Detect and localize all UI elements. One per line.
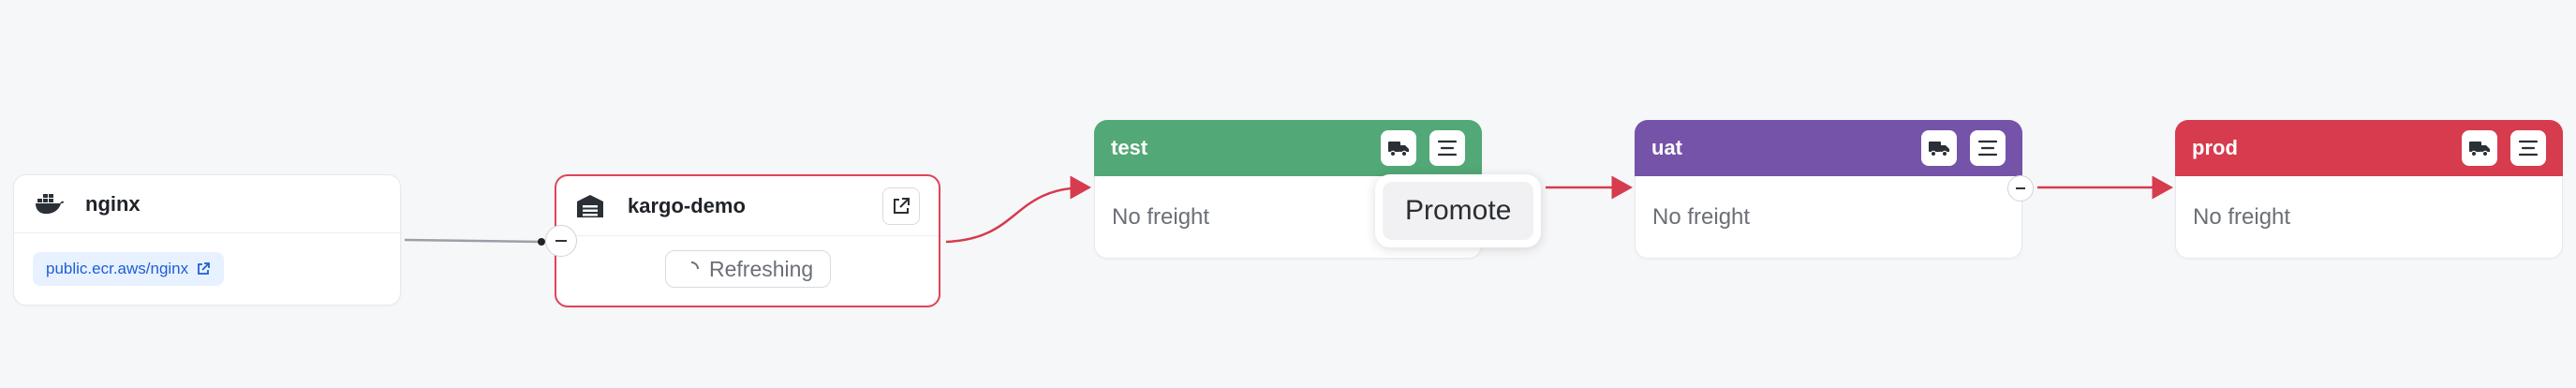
stage-menu-button[interactable] — [1970, 130, 2006, 166]
warehouse-node-header: kargo-demo — [556, 176, 939, 236]
edge-warehouse-to-test — [945, 175, 1091, 244]
stage-test-header: test — [1094, 120, 1482, 176]
refreshing-label: Refreshing — [709, 256, 814, 281]
edge-image-to-warehouse — [404, 238, 542, 244]
refreshing-status: Refreshing — [665, 250, 832, 288]
image-node-header: nginx — [14, 175, 400, 233]
promote-button[interactable] — [1381, 130, 1416, 166]
repo-link[interactable]: public.ecr.aws/nginx — [33, 252, 225, 286]
stage-prod-name: prod — [2192, 136, 2238, 159]
promote-button[interactable] — [1921, 130, 1957, 166]
collapse-uat-button[interactable] — [2007, 175, 2034, 201]
warehouse-node-title: kargo-demo — [628, 193, 746, 217]
stage-test-name: test — [1111, 136, 1148, 159]
promote-button[interactable] — [2462, 130, 2497, 166]
stage-uat: uat No freight — [1635, 120, 2022, 259]
image-node: nginx public.ecr.aws/nginx — [13, 174, 401, 306]
truck-icon — [1929, 142, 1949, 157]
truck-icon — [2469, 142, 2490, 157]
docker-icon — [35, 193, 65, 216]
stage-prod-body: No freight — [2175, 176, 2563, 259]
stage-uat-name: uat — [1651, 136, 1682, 159]
promote-tooltip: Promote — [1375, 174, 1542, 247]
menu-lines-icon — [2518, 140, 2539, 157]
stage-menu-button[interactable] — [1429, 130, 1465, 166]
stage-prod-header: prod — [2175, 120, 2563, 176]
stage-menu-button[interactable] — [2510, 130, 2546, 166]
stage-prod: prod No freight — [2175, 120, 2563, 259]
external-link-icon — [196, 261, 211, 276]
external-link-icon — [894, 197, 910, 214]
spinner-icon — [683, 261, 700, 277]
menu-lines-icon — [1977, 140, 1998, 157]
image-node-title: nginx — [85, 191, 141, 216]
truck-icon — [1388, 142, 1409, 157]
stage-uat-body: No freight — [1635, 176, 2022, 259]
warehouse-icon — [575, 193, 605, 219]
stage-uat-header: uat — [1635, 120, 2022, 176]
open-warehouse-button[interactable] — [882, 187, 920, 225]
repo-link-label: public.ecr.aws/nginx — [46, 260, 189, 277]
menu-lines-icon — [1437, 140, 1458, 157]
collapse-warehouse-button[interactable] — [545, 225, 577, 257]
promote-tooltip-label: Promote — [1383, 182, 1534, 240]
